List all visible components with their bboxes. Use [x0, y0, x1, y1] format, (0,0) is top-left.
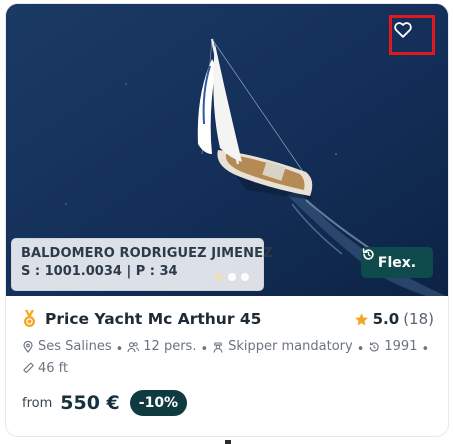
rating-count: (18): [403, 310, 434, 328]
spec-capacity-text: 12 pers.: [143, 339, 197, 354]
ruler-icon: [23, 362, 34, 373]
flex-label: Flex.: [377, 254, 417, 271]
spec-capacity: 12 pers.: [127, 337, 196, 356]
carousel-dot[interactable]: [228, 273, 236, 281]
heart-icon: [394, 22, 412, 38]
spec-length: 46 ft: [22, 359, 68, 378]
price-value: 550 €: [60, 392, 120, 414]
medal-icon: [22, 310, 37, 328]
favorite-button[interactable]: [389, 15, 435, 55]
spec-skipper-text: Skipper mandatory: [228, 339, 353, 354]
rating: 5.0 (18): [354, 310, 434, 328]
price-prefix: from: [22, 395, 53, 411]
listing-info: Price Yacht Mc Arthur 45 5.0 (18) Ses Sa…: [22, 310, 434, 380]
owner-name: BALDOMERO RODRIGUEZ JIMENEZ: [21, 246, 273, 261]
skipper-icon: [213, 342, 223, 353]
discount-badge: -10%: [129, 390, 188, 416]
owner-info: BALDOMERO RODRIGUEZ JIMENEZ S : 1001.003…: [11, 238, 273, 291]
rating-value: 5.0: [372, 310, 400, 328]
spec-year-text: 1991: [384, 339, 418, 354]
spec-year: 1991: [368, 337, 417, 356]
listing-title[interactable]: Price Yacht Mc Arthur 45: [45, 310, 261, 328]
refresh-icon: [362, 248, 374, 260]
boat-specs: Ses Salines • 12 pers. • Skipper mandato…: [22, 337, 434, 380]
spec-location: Ses Salines: [22, 337, 112, 356]
flex-badge: Flex.: [361, 247, 433, 278]
boat-photo[interactable]: BALDOMERO RODRIGUEZ JIMENEZ S : 1001.003…: [6, 4, 448, 296]
location-pin-icon: [23, 340, 33, 353]
price-row: from 550 € -10%: [22, 390, 188, 416]
people-icon: [127, 341, 140, 352]
carousel-dot[interactable]: [215, 273, 223, 281]
star-icon: [354, 312, 369, 327]
history-icon: [370, 341, 380, 351]
carousel-dots[interactable]: [215, 273, 249, 281]
spec-skipper: Skipper mandatory: [212, 337, 353, 356]
spec-length-text: 46 ft: [38, 360, 69, 376]
scroll-indicator: [225, 440, 231, 444]
carousel-dot[interactable]: [241, 273, 249, 281]
listing-card[interactable]: BALDOMERO RODRIGUEZ JIMENEZ S : 1001.003…: [6, 4, 448, 436]
spec-location-text: Ses Salines: [38, 339, 112, 354]
